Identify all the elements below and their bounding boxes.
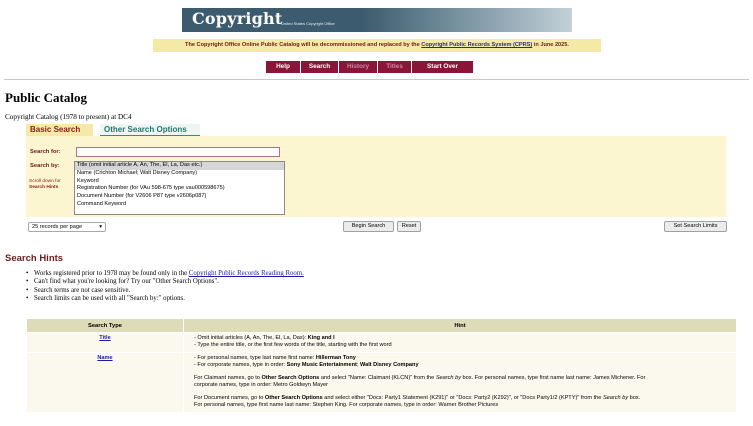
col-hint: Hint	[183, 318, 737, 333]
table-row: Name - For personal names, type last nam…	[26, 352, 737, 413]
search-by-option[interactable]: Title (omit initial article A, An, The, …	[75, 162, 284, 170]
search-by-option[interactable]: Name (Crichton Michael; Walt Disney Comp…	[75, 170, 284, 178]
decommission-notice: The Copyright Office Online Public Catal…	[153, 39, 601, 52]
search-by-option[interactable]: Document Number (for V2606 P87 type v260…	[75, 193, 284, 201]
table-header-row: Search Type Hint	[26, 318, 737, 333]
records-per-page-select[interactable]: 25 records per page ▾	[28, 222, 106, 232]
copyright-logo: Copyright	[192, 9, 283, 28]
chevron-down-icon: ▾	[99, 224, 102, 230]
list-item: Search terms are not case sensitive.	[26, 287, 304, 296]
search-for-label: Search for:	[30, 149, 61, 155]
list-item: Can't find what you're looking for? Try …	[26, 278, 304, 287]
list-item: Works registered prior to 1978 may be fo…	[26, 270, 304, 279]
list-item: Search limits can be used with all "Sear…	[26, 295, 304, 304]
cprs-link[interactable]: Copyright Public Records System (CPRS)	[421, 42, 532, 48]
search-input[interactable]	[76, 147, 280, 157]
search-form: Search for: Search by: Scroll down for S…	[26, 136, 726, 217]
col-search-type: Search Type	[26, 318, 184, 333]
nav-start-over[interactable]: Start Over	[412, 61, 474, 73]
search-button-bar: 25 records per page ▾ Begin Search Reset…	[26, 220, 728, 234]
scroll-hint: Scroll down for Search Hints	[29, 179, 61, 190]
search-by-label: Search by:	[30, 163, 60, 169]
table-row: Title - Omit initial articles (A, An, Th…	[26, 332, 737, 353]
copyright-office-subtitle: United States Copyright Office	[281, 21, 335, 26]
begin-search-button[interactable]: Begin Search	[343, 221, 394, 232]
search-by-option[interactable]: Registration Number (for VAu 598-675 typ…	[75, 185, 284, 193]
nav-titles[interactable]: Titles	[378, 61, 412, 73]
reading-room-link[interactable]: Copyright Public Records Reading Room.	[189, 270, 304, 277]
tab-other-search-options[interactable]: Other Search Options	[100, 124, 200, 136]
reset-button[interactable]: Reset	[397, 221, 421, 232]
search-hints-list: Works registered prior to 1978 may be fo…	[26, 270, 304, 303]
catalog-label: Copyright Catalog (1978 to present) at D…	[5, 113, 132, 121]
copyright-office-banner: Copyright United States Copyright Office	[182, 8, 572, 32]
search-by-option[interactable]: Keyword	[75, 178, 284, 186]
divider	[4, 79, 749, 80]
main-nav: Help Search History Titles Start Over	[266, 61, 474, 73]
nav-help[interactable]: Help	[266, 61, 301, 73]
nav-history[interactable]: History	[339, 61, 378, 73]
search-hints-table: Search Type Hint Title - Omit initial ar…	[26, 318, 737, 413]
search-type-cell: Title	[26, 332, 184, 353]
banner-sky-image	[362, 8, 572, 32]
search-hints-title: Search Hints	[5, 253, 64, 264]
title-search-type-link[interactable]: Title	[99, 335, 110, 341]
hint-cell: - For personal names, type last name fir…	[183, 352, 737, 413]
tab-basic-search[interactable]: Basic Search	[26, 124, 93, 136]
search-by-listbox[interactable]: Title (omit initial article A, An, The, …	[74, 161, 285, 215]
hint-cell: - Omit initial articles (A, An, The, El,…	[183, 332, 737, 353]
nav-search[interactable]: Search	[301, 61, 339, 73]
name-search-type-link[interactable]: Name	[97, 355, 112, 361]
page-title: Public Catalog	[5, 90, 87, 105]
set-search-limits-button[interactable]: Set Search Limits	[664, 221, 727, 232]
search-type-cell: Name	[26, 352, 184, 413]
search-by-option[interactable]: Command Keyword	[75, 201, 284, 209]
